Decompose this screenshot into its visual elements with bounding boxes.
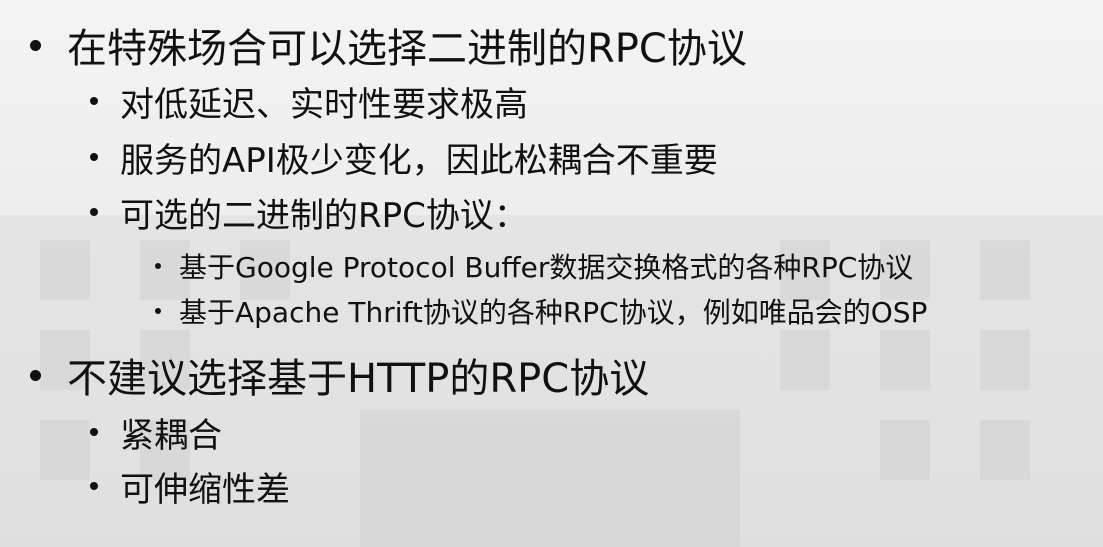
bullet-dot-icon [90,97,98,105]
bullet-dot-icon [90,208,98,216]
bullet-level3-thrift: 基于Apache Thrift协议的各种RPC协议，例如唯品会的OSP [155,291,927,331]
bullet-level1-binary-rpc: 在特殊场合可以选择二进制的RPC协议 [30,20,747,72]
bullet-level2-tight-coupling: 紧耦合 [90,409,222,456]
bullet-dot-icon [155,308,161,314]
bullet-level1-no-http-rpc: 不建议选择基于HTTP的RPC协议 [30,350,649,402]
bullet-level3-protobuf: 基于Google Protocol Buffer数据交换格式的各种RPC协议 [155,246,913,286]
bullet-dot-icon [30,369,41,381]
bullet-dot-icon [90,153,98,161]
bullet-text: 基于Apache Thrift协议的各种RPC协议，例如唯品会的OSP [179,296,928,329]
bullet-level2-binary-options: 可选的二进制的RPC协议： [90,189,528,236]
bullet-dot-icon [30,39,41,51]
bullet-text: 紧耦合 [120,415,222,456]
bullet-text: 基于Google Protocol Buffer数据交换格式的各种RPC协议 [179,251,914,284]
bullet-dot-icon [90,482,98,490]
bullet-text: 可选的二进制的RPC协议： [120,195,528,236]
slide-content: 在特殊场合可以选择二进制的RPC协议 对低延迟、实时性要求极高 服务的API极少… [0,0,1103,547]
bullet-dot-icon [155,263,161,269]
bullet-text: 不建议选择基于HTTP的RPC协议 [67,356,650,402]
bullet-text: 可伸缩性差 [120,469,290,510]
bullet-text: 对低延迟、实时性要求极高 [120,84,528,125]
bullet-level2-poor-scalability: 可伸缩性差 [90,463,290,510]
bullet-dot-icon [90,428,98,436]
bullet-level2-low-latency: 对低延迟、实时性要求极高 [90,78,528,125]
bullet-level2-api-stable: 服务的API极少变化，因此松耦合不重要 [90,134,718,181]
bullet-text: 在特殊场合可以选择二进制的RPC协议 [67,26,747,72]
bullet-text: 服务的API极少变化，因此松耦合不重要 [120,140,718,181]
